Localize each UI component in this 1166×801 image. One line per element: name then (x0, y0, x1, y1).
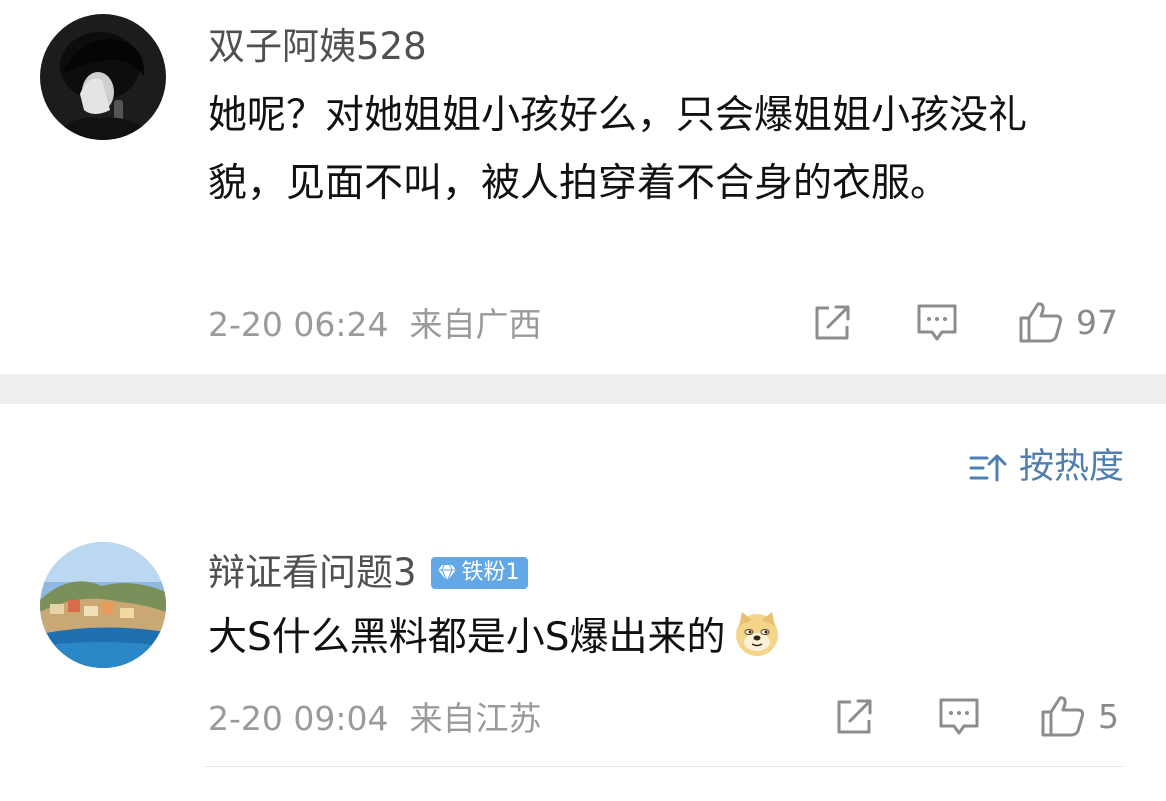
comment-text-row: 大S什么黑料都是小S爆出来的 (208, 604, 782, 680)
section-divider (0, 374, 1166, 404)
sort-icon (969, 454, 1007, 481)
comment-location: 来自广西 (409, 305, 542, 344)
comment-button[interactable] (938, 697, 980, 737)
comment-divider (205, 766, 1124, 767)
comment-text: 她呢？对她姐姐小孩好么，只会爆姐姐小孩没礼貌，见面不叫，被人拍穿着不合身的衣服。 (208, 93, 1028, 206)
comment-button[interactable] (916, 303, 958, 343)
comment-item: 双子阿姨528 她呢？对她姐姐小孩好么，只会爆姐姐小孩没礼貌，见面不叫，被人拍穿… (0, 0, 1166, 374)
diamond-icon (437, 564, 456, 582)
badge-label: 铁粉1 (461, 559, 520, 585)
like-count: 97 (1076, 302, 1118, 342)
comment-location: 来自江苏 (409, 699, 542, 738)
fan-badge[interactable]: 铁粉1 (430, 556, 528, 589)
like-button[interactable]: 5 (1040, 694, 1119, 738)
username-row: 辩证看问题3 铁粉1 (208, 554, 528, 591)
like-count: 5 (1098, 696, 1119, 736)
avatar[interactable] (40, 542, 166, 668)
doge-emoji (732, 608, 782, 680)
like-button[interactable]: 97 (1018, 300, 1118, 344)
comment-meta: 2-20 06:24 来自广西 (208, 308, 541, 341)
comment-meta: 2-20 09:04 来自江苏 (208, 702, 541, 735)
share-icon (815, 305, 850, 340)
comment-text: 大S什么黑料都是小S爆出来的 (208, 615, 726, 660)
share-button[interactable] (834, 697, 876, 737)
comment-time: 2-20 09:04 (208, 699, 389, 738)
comment-icon (917, 304, 957, 341)
username[interactable]: 双子阿姨528 (208, 28, 427, 65)
sort-label: 按热度 (1018, 447, 1124, 487)
sort-button[interactable]: 按热度 (969, 450, 1124, 485)
comment-item: 辩证看问题3 铁粉1 大S什么黑料都是小S爆出来的 2-20 09:04 来自江… (0, 520, 1166, 766)
comment-icon (939, 698, 979, 735)
share-button[interactable] (812, 303, 854, 343)
avatar[interactable] (40, 14, 166, 140)
username[interactable]: 辩证看问题3 (208, 554, 417, 591)
comment-time: 2-20 06:24 (208, 305, 389, 344)
thumbs-up-icon (1041, 696, 1085, 737)
share-icon (837, 699, 872, 734)
thumbs-up-icon (1019, 302, 1063, 343)
